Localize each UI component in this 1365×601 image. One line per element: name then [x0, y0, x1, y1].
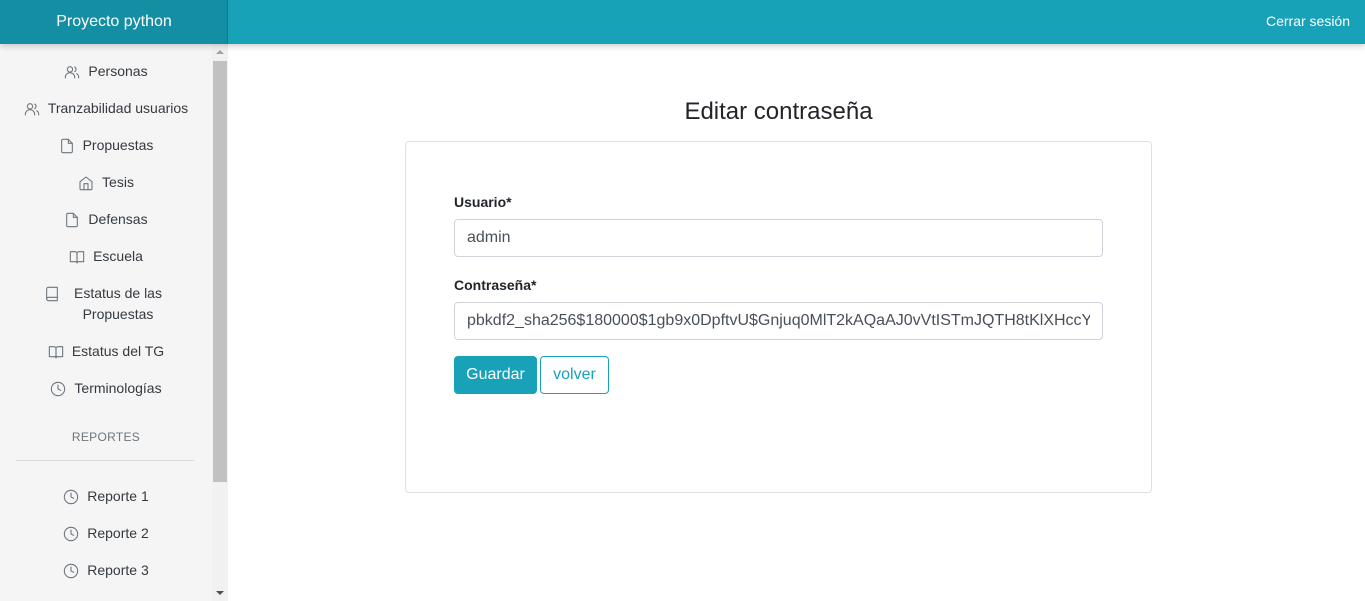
sidebar-item-label: Escuela	[93, 248, 143, 264]
sidebar-item-label: Tesis	[102, 174, 134, 190]
password-form-card: Usuario* Contraseña* Guardar volver	[405, 141, 1152, 493]
file-icon	[64, 212, 80, 228]
sidebar-item-label: Estatus de las Propuestas	[74, 285, 162, 322]
sidebar-item-label: Personas	[88, 63, 148, 79]
sidebar-item-label: Reporte 2	[87, 525, 149, 541]
book-open-icon	[69, 249, 85, 265]
password-input[interactable]	[454, 302, 1103, 340]
save-button[interactable]: Guardar	[454, 356, 537, 394]
sidebar-item-estatus-tg[interactable]: Estatus del TG	[0, 341, 212, 362]
back-button[interactable]: volver	[540, 356, 609, 394]
book-icon	[44, 286, 60, 302]
sidebar-item-tesis[interactable]: Tesis	[0, 172, 212, 193]
sidebar-item-reporte-2[interactable]: Reporte 2	[0, 523, 212, 544]
user-input[interactable]	[454, 219, 1103, 257]
clock-icon	[63, 526, 79, 542]
sidebar: Personas Tranzabilidad usuarios Propuest…	[0, 44, 228, 601]
sidebar-item-reporte-1[interactable]: Reporte 1	[0, 486, 212, 507]
clock-icon	[63, 563, 79, 579]
scroll-down-arrow-icon[interactable]	[212, 585, 228, 601]
sidebar-item-propuestas[interactable]: Propuestas	[0, 135, 212, 156]
sidebar-item-label: Reporte 1	[87, 488, 149, 504]
sidebar-item-label: Propuestas	[82, 137, 154, 153]
sidebar-item-terminologias[interactable]: Terminologías	[0, 378, 212, 399]
sidebar-item-defensas[interactable]: Defensas	[0, 209, 212, 230]
clock-icon	[50, 381, 66, 397]
sidebar-item-escuela[interactable]: Escuela	[0, 246, 212, 267]
scroll-up-arrow-icon[interactable]	[212, 44, 228, 60]
sidebar-divider	[16, 460, 194, 461]
sidebar-item-label: Terminologías	[74, 380, 162, 396]
logout-link[interactable]: Cerrar sesión	[1266, 13, 1350, 29]
sidebar-item-label: Reporte 3	[87, 562, 149, 578]
users-icon	[64, 64, 80, 80]
top-navbar: Proyecto python Cerrar sesión	[0, 0, 1365, 44]
scrollbar-thumb[interactable]	[213, 61, 227, 482]
sidebar-item-tranzabilidad[interactable]: Tranzabilidad usuarios	[0, 98, 212, 119]
sidebar-item-label: Defensas	[88, 211, 148, 227]
sidebar-item-reporte-3[interactable]: Reporte 3	[0, 560, 212, 581]
sidebar-scrollbar[interactable]	[212, 44, 228, 601]
sidebar-item-label: Tranzabilidad usuarios	[47, 100, 189, 116]
reports-heading: REPORTES	[71, 430, 141, 444]
sidebar-item-personas[interactable]: Personas	[0, 61, 212, 82]
book-open-icon	[48, 344, 64, 360]
page-title: Editar contraseña	[684, 98, 873, 125]
sidebar-item-label: Estatus del TG	[71, 343, 165, 359]
users-icon	[24, 101, 40, 117]
file-icon	[59, 138, 75, 154]
user-field-label: Usuario*	[454, 194, 512, 210]
brand-title[interactable]: Proyecto python	[0, 0, 228, 44]
home-icon	[78, 175, 94, 191]
sidebar-menu: Personas Tranzabilidad usuarios Propuest…	[0, 44, 212, 601]
sidebar-item-estatus-propuestas[interactable]: Estatus de las Propuestas	[0, 283, 212, 325]
password-field-label: Contraseña*	[454, 277, 537, 293]
clock-icon	[63, 489, 79, 505]
